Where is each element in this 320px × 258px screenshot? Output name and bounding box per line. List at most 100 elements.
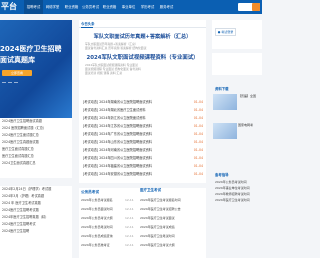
- bottom-center-date: 12-11: [125, 243, 134, 247]
- news-row[interactable]: [考试动态] 2024年湖北省医疗卫生面试资料 01-04: [79, 106, 206, 114]
- main-headline-1[interactable]: 军队文职面试历年真题+答案解析（汇总）: [79, 33, 206, 40]
- guide-link[interactable]: 2024年公务员考试时间: [215, 180, 261, 184]
- list-item[interactable]: 医疗卫生面试真题汇总: [0, 146, 72, 153]
- hero-banner[interactable]: 2024医疗卫生招聘 面试真题库 立即查看: [0, 20, 72, 118]
- news-list: [考试动态] 2024年湖南省公立医院招聘面试资料 01-04 [考试动态] 202…: [79, 98, 206, 178]
- bottom-right-link[interactable]: 2024年医疗卫生笔试时间: [140, 234, 204, 238]
- bottom-center-date: 12-11: [125, 207, 134, 211]
- bottom-left-list: 2024年2月24日（护理学）考试题 2024年3月（护理）考试真题 2024 年 …: [0, 186, 72, 258]
- headline-2-summary-3: 面试培训 视频 课程 资料 汇总: [85, 71, 123, 75]
- bottom-right-title: 医疗卫生考试: [140, 188, 161, 192]
- download-thumb-2-label[interactable]: 国家电网考: [238, 123, 262, 127]
- nav-item[interactable]: 招聘考试: [24, 0, 43, 14]
- news-date: 01-04: [193, 100, 203, 104]
- nav-item[interactable]: 学历考试: [138, 0, 157, 14]
- news-title[interactable]: [考试动态] 2024年江苏省公立医院招聘面试资料: [83, 122, 183, 130]
- news-row[interactable]: [考试动态] 2024年四川省公立医院招聘面试资料 01-04: [79, 154, 206, 162]
- site-logo[interactable]: 平台: [0, 0, 22, 14]
- bottom-center-link[interactable]: 2024年公务员考试大纲: [81, 216, 121, 220]
- bottom-center-link[interactable]: 2024年公务员成绩查询: [81, 234, 121, 238]
- user-icon: ●: [217, 30, 221, 34]
- list-item[interactable]: 2024医疗卫生招聘考试题: [0, 207, 72, 214]
- news-title[interactable]: [考试动态] 2024年湖南省公立医院招聘面试资料: [83, 98, 183, 106]
- main-headline-2[interactable]: 2024军队文职面试视频课程资料（专业面试）: [79, 53, 206, 61]
- headline-panel: 今日头条 军队文职面试历年真题+答案解析（汇总） 军队文职面试历年真题+答案解析…: [79, 20, 206, 183]
- news-title[interactable]: [考试动态] 2024年湖北省医疗卫生面试资料: [83, 106, 183, 114]
- bottom-center-date: 12-11: [125, 234, 134, 238]
- list-item[interactable]: 2024年3月（护理）考试真题: [0, 193, 72, 200]
- bottom-right-link[interactable]: 2024年医疗卫生考试大纲: [140, 243, 204, 247]
- news-date: 01-04: [193, 140, 203, 144]
- nav-item[interactable]: 公务员考试: [81, 0, 100, 14]
- download-thumb-2[interactable]: [213, 123, 237, 139]
- list-item[interactable]: 2024年2月24日（护理学）考试题: [0, 186, 72, 193]
- news-date: 01-04: [193, 132, 203, 136]
- tab-underline: [81, 27, 93, 28]
- nav-item[interactable]: 事业单位: [119, 0, 138, 14]
- download-thumb-1[interactable]: [213, 94, 237, 110]
- list-item[interactable]: 2024医疗卫生招聘考试: [0, 221, 72, 228]
- guide-link[interactable]: 2024年医疗卫生考试时间: [215, 198, 261, 202]
- hero-title-line2: 面试真题库: [0, 56, 35, 64]
- nav-item[interactable]: 网络学堂: [43, 0, 62, 14]
- headline-1-summary-2: 面试备考资料汇总 历年真题 答案解析 结构化面试: [85, 46, 147, 50]
- news-row[interactable]: [考试动态] 2024年浙江省公立医院面试资料 01-04: [79, 114, 206, 122]
- carousel-dots[interactable]: [2, 82, 18, 83]
- hero-title-line1: 2024医疗卫生招聘: [0, 45, 62, 53]
- headline-tabs: 今日头条: [79, 20, 206, 28]
- bottom-center-link[interactable]: 2024年公务员面试时间: [81, 207, 121, 211]
- login-panel: ● 考试登录: [212, 20, 262, 49]
- main-nav: 招聘考试 网络学堂 职业资格 公务员考试 职业资格 事业单位 学历考试 服务考试: [24, 0, 176, 14]
- bottom-center-link[interactable]: 2024年公务员笔试时间: [81, 225, 121, 229]
- guide-link[interactable]: 2024年事业单位考试时间: [215, 186, 261, 190]
- list-item[interactable]: 2024医疗卫生面试题汇总: [0, 132, 72, 139]
- news-title[interactable]: [考试动态] 2024年广东省公立医院招聘面试资料: [83, 130, 183, 138]
- news-title[interactable]: [考试动态] 2024年河南省公立医院招聘面试资料: [83, 146, 183, 154]
- list-item[interactable]: 2024 年 医疗卫生考试真题: [0, 200, 72, 207]
- news-row[interactable]: [考试动态] 2024年山东省公立医院招聘面试资料 01-04: [79, 138, 206, 146]
- list-item[interactable]: 2024年医疗卫生招聘真题（精）: [0, 214, 72, 221]
- news-title[interactable]: [考试动态] 2024年四川省公立医院招聘面试资料: [83, 154, 183, 162]
- guide-section-title: 备考指导: [215, 173, 229, 177]
- news-row[interactable]: [考试动态] 2024年广东省公立医院招聘面试资料 01-04: [79, 130, 206, 138]
- list-item[interactable]: 2024医疗卫生招聘面试真题: [0, 118, 72, 125]
- login-button[interactable]: ● 考试登录: [215, 28, 236, 36]
- bottom-center-link[interactable]: 2024年公务员准考证: [81, 243, 121, 247]
- nav-item[interactable]: 服务考试: [157, 0, 176, 14]
- list-item[interactable]: 医疗卫生面试真题汇总: [0, 153, 72, 160]
- news-row[interactable]: [考试动态] 2024年湖南省公立医院招聘面试资料 01-04: [79, 98, 206, 106]
- news-row[interactable]: [考试动态] 2024年河南省公立医院招聘面试资料 01-04: [79, 146, 206, 154]
- list-item[interactable]: 2024卫生面试真题汇总: [0, 160, 72, 167]
- list-item[interactable]: 2024 医院招聘面试题（汇总）: [0, 125, 72, 132]
- news-row[interactable]: [考试动态] 2024年安徽省公立医院招聘面试资料 01-04: [79, 170, 206, 178]
- list-item[interactable]: 2024医疗卫生真题面试题: [0, 139, 72, 146]
- guide-link[interactable]: 2024年教师招聘考试时间: [215, 192, 261, 196]
- news-title[interactable]: [考试动态] 2024年山东省公立医院招聘面试资料: [83, 138, 183, 146]
- bottom-center-date: 12-11: [125, 216, 134, 220]
- login-button-label: 考试登录: [221, 30, 234, 34]
- download-thumb-1-label[interactable]: 【历届】全国: [238, 94, 262, 98]
- bottom-right-link[interactable]: 2024年医疗卫生考试招聘公告: [140, 207, 204, 211]
- news-date: 01-04: [193, 108, 203, 112]
- news-date: 01-04: [193, 172, 203, 176]
- bottom-right-link[interactable]: 2024年医疗卫生考试报名时间: [140, 198, 204, 202]
- news-date: 01-04: [193, 116, 203, 120]
- list-item[interactable]: 2024医疗卫生招聘: [0, 228, 72, 235]
- bottom-center-link[interactable]: 2024年公务员考试报名: [81, 198, 121, 202]
- news-title[interactable]: [考试动态] 2024年浙江省公立医院面试资料: [83, 114, 183, 122]
- bottom-right-link[interactable]: 2024年医疗卫生考试成绩: [140, 225, 204, 229]
- news-title[interactable]: [考试动态] 2024年安徽省公立医院招聘面试资料: [83, 170, 183, 178]
- news-row[interactable]: [考试动态] 2024年江苏省公立医院招聘面试资料 01-04: [79, 122, 206, 130]
- header-search-button[interactable]: [252, 3, 260, 11]
- news-date: 01-04: [193, 124, 203, 128]
- downloads-section-title: 资料下载: [215, 87, 229, 91]
- left-article-list: 2024医疗卫生招聘面试真题 2024 医院招聘面试题（汇总） 2024医疗卫生面试…: [0, 118, 72, 178]
- hero-cta-button[interactable]: 立即查看: [2, 70, 32, 76]
- news-title[interactable]: [考试动态] 2024年福建省公立医院招聘面试资料: [83, 162, 183, 170]
- news-row[interactable]: [考试动态] 2024年福建省公立医院招聘面试资料 01-04: [79, 162, 206, 170]
- bottom-right-link[interactable]: 2024年医疗卫生考试面试: [140, 216, 204, 220]
- nav-item[interactable]: 职业资格: [62, 0, 81, 14]
- news-date: 01-04: [193, 148, 203, 152]
- nav-item[interactable]: 职业资格: [100, 0, 119, 14]
- news-date: 01-04: [193, 164, 203, 168]
